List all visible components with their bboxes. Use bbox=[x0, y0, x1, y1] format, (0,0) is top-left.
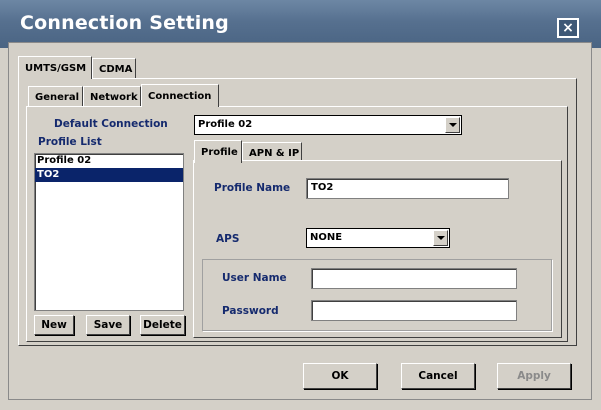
chevron-down-icon bbox=[448, 123, 457, 127]
default-connection-value: Profile 02 bbox=[198, 119, 253, 130]
tab-label: UMTS/GSM bbox=[25, 62, 87, 74]
close-button[interactable]: × bbox=[557, 18, 579, 38]
save-button[interactable]: Save bbox=[86, 315, 130, 335]
aps-label: APS bbox=[216, 233, 240, 245]
apply-button[interactable]: Apply bbox=[497, 363, 571, 389]
title-bar: Connection Setting × bbox=[0, 0, 601, 48]
username-label: User Name bbox=[222, 272, 287, 284]
default-connection-label: Default Connection bbox=[54, 118, 168, 130]
password-label: Password bbox=[222, 305, 279, 317]
profile-name-field[interactable]: TO2 bbox=[306, 178, 509, 199]
tab-label: General bbox=[35, 91, 79, 103]
default-connection-select[interactable]: Profile 02 bbox=[194, 115, 462, 135]
aps-select[interactable]: NONE bbox=[306, 228, 450, 248]
profile-name-label: Profile Name bbox=[214, 182, 291, 194]
close-icon: × bbox=[562, 20, 574, 36]
dropdown-button[interactable] bbox=[445, 117, 460, 133]
username-field[interactable] bbox=[311, 268, 517, 289]
dropdown-button[interactable] bbox=[433, 230, 448, 246]
ok-button[interactable]: OK bbox=[303, 363, 377, 389]
connection-setting-window: Connection Setting × UMTS/GSM CDMA Gener… bbox=[0, 0, 601, 410]
tab-umts-gsm[interactable]: UMTS/GSM bbox=[18, 56, 92, 79]
tab-cdma[interactable]: CDMA bbox=[92, 58, 136, 79]
password-field[interactable] bbox=[311, 300, 517, 321]
list-item[interactable]: TO2 bbox=[35, 168, 183, 182]
profile-list[interactable]: Profile 02 TO2 bbox=[34, 153, 184, 311]
aps-value: NONE bbox=[310, 232, 343, 243]
list-item[interactable]: Profile 02 bbox=[35, 154, 183, 168]
tab-general[interactable]: General bbox=[28, 86, 83, 107]
tab-label: APN & IP bbox=[249, 147, 300, 159]
cancel-button[interactable]: Cancel bbox=[401, 363, 475, 389]
new-button[interactable]: New bbox=[34, 315, 74, 335]
tab-profile[interactable]: Profile bbox=[194, 140, 242, 163]
window-title: Connection Setting bbox=[20, 12, 229, 34]
tab-label: Connection bbox=[148, 90, 212, 102]
tab-label: Profile bbox=[201, 146, 238, 158]
tab-connection[interactable]: Connection bbox=[141, 84, 219, 107]
tab-label: Network bbox=[90, 91, 138, 103]
delete-button[interactable]: Delete bbox=[140, 315, 185, 335]
tab-label: CDMA bbox=[99, 63, 133, 75]
tab-network[interactable]: Network bbox=[83, 86, 141, 107]
chevron-down-icon bbox=[436, 236, 445, 240]
profile-list-label: Profile List bbox=[38, 136, 102, 148]
